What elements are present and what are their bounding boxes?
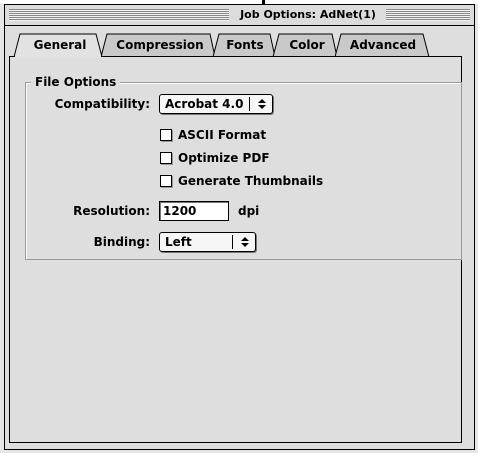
active-tab-joint bbox=[15, 56, 101, 58]
resolution-label: Resolution: bbox=[73, 204, 150, 218]
binding-value: Left bbox=[165, 235, 192, 249]
title-stripes-left bbox=[9, 9, 229, 21]
file-options-legend: File Options bbox=[31, 75, 121, 89]
binding-popup[interactable]: Left bbox=[159, 232, 256, 252]
updown-arrows-icon bbox=[241, 237, 249, 247]
ascii-format-checkbox[interactable] bbox=[160, 129, 172, 141]
compatibility-label: Compatibility: bbox=[54, 97, 150, 111]
popup-arrows-icon bbox=[239, 236, 251, 248]
popup-arrows-icon bbox=[256, 98, 268, 110]
title-bar[interactable]: Job Options: AdNet(1) bbox=[5, 5, 474, 26]
tab-general[interactable]: General bbox=[22, 38, 98, 52]
ascii-format-label: ASCII Format bbox=[178, 128, 267, 142]
updown-arrows-icon bbox=[258, 99, 266, 109]
tab-compression[interactable]: Compression bbox=[108, 38, 212, 52]
compatibility-popup[interactable]: Acrobat 4.0 bbox=[159, 94, 273, 114]
optimize-pdf-label: Optimize PDF bbox=[178, 151, 270, 165]
generate-thumbnails-label: Generate Thumbnails bbox=[178, 174, 324, 188]
binding-label: Binding: bbox=[93, 235, 150, 249]
tab-color[interactable]: Color bbox=[279, 38, 335, 52]
tabs: General Compression Fonts Color Advanced bbox=[0, 33, 478, 57]
tab-fonts[interactable]: Fonts bbox=[218, 38, 272, 52]
title-stripes-right bbox=[386, 9, 470, 21]
compatibility-value: Acrobat 4.0 bbox=[165, 97, 244, 111]
popup-separator bbox=[249, 97, 250, 111]
popup-separator bbox=[232, 235, 233, 249]
tab-advanced[interactable]: Advanced bbox=[340, 38, 426, 52]
window-title: Job Options: AdNet(1) bbox=[240, 8, 376, 21]
optimize-pdf-checkbox[interactable] bbox=[160, 152, 172, 164]
resolution-unit: dpi bbox=[238, 204, 260, 218]
generate-thumbnails-checkbox[interactable] bbox=[160, 175, 172, 187]
resolution-field[interactable]: 1200 bbox=[159, 201, 229, 221]
